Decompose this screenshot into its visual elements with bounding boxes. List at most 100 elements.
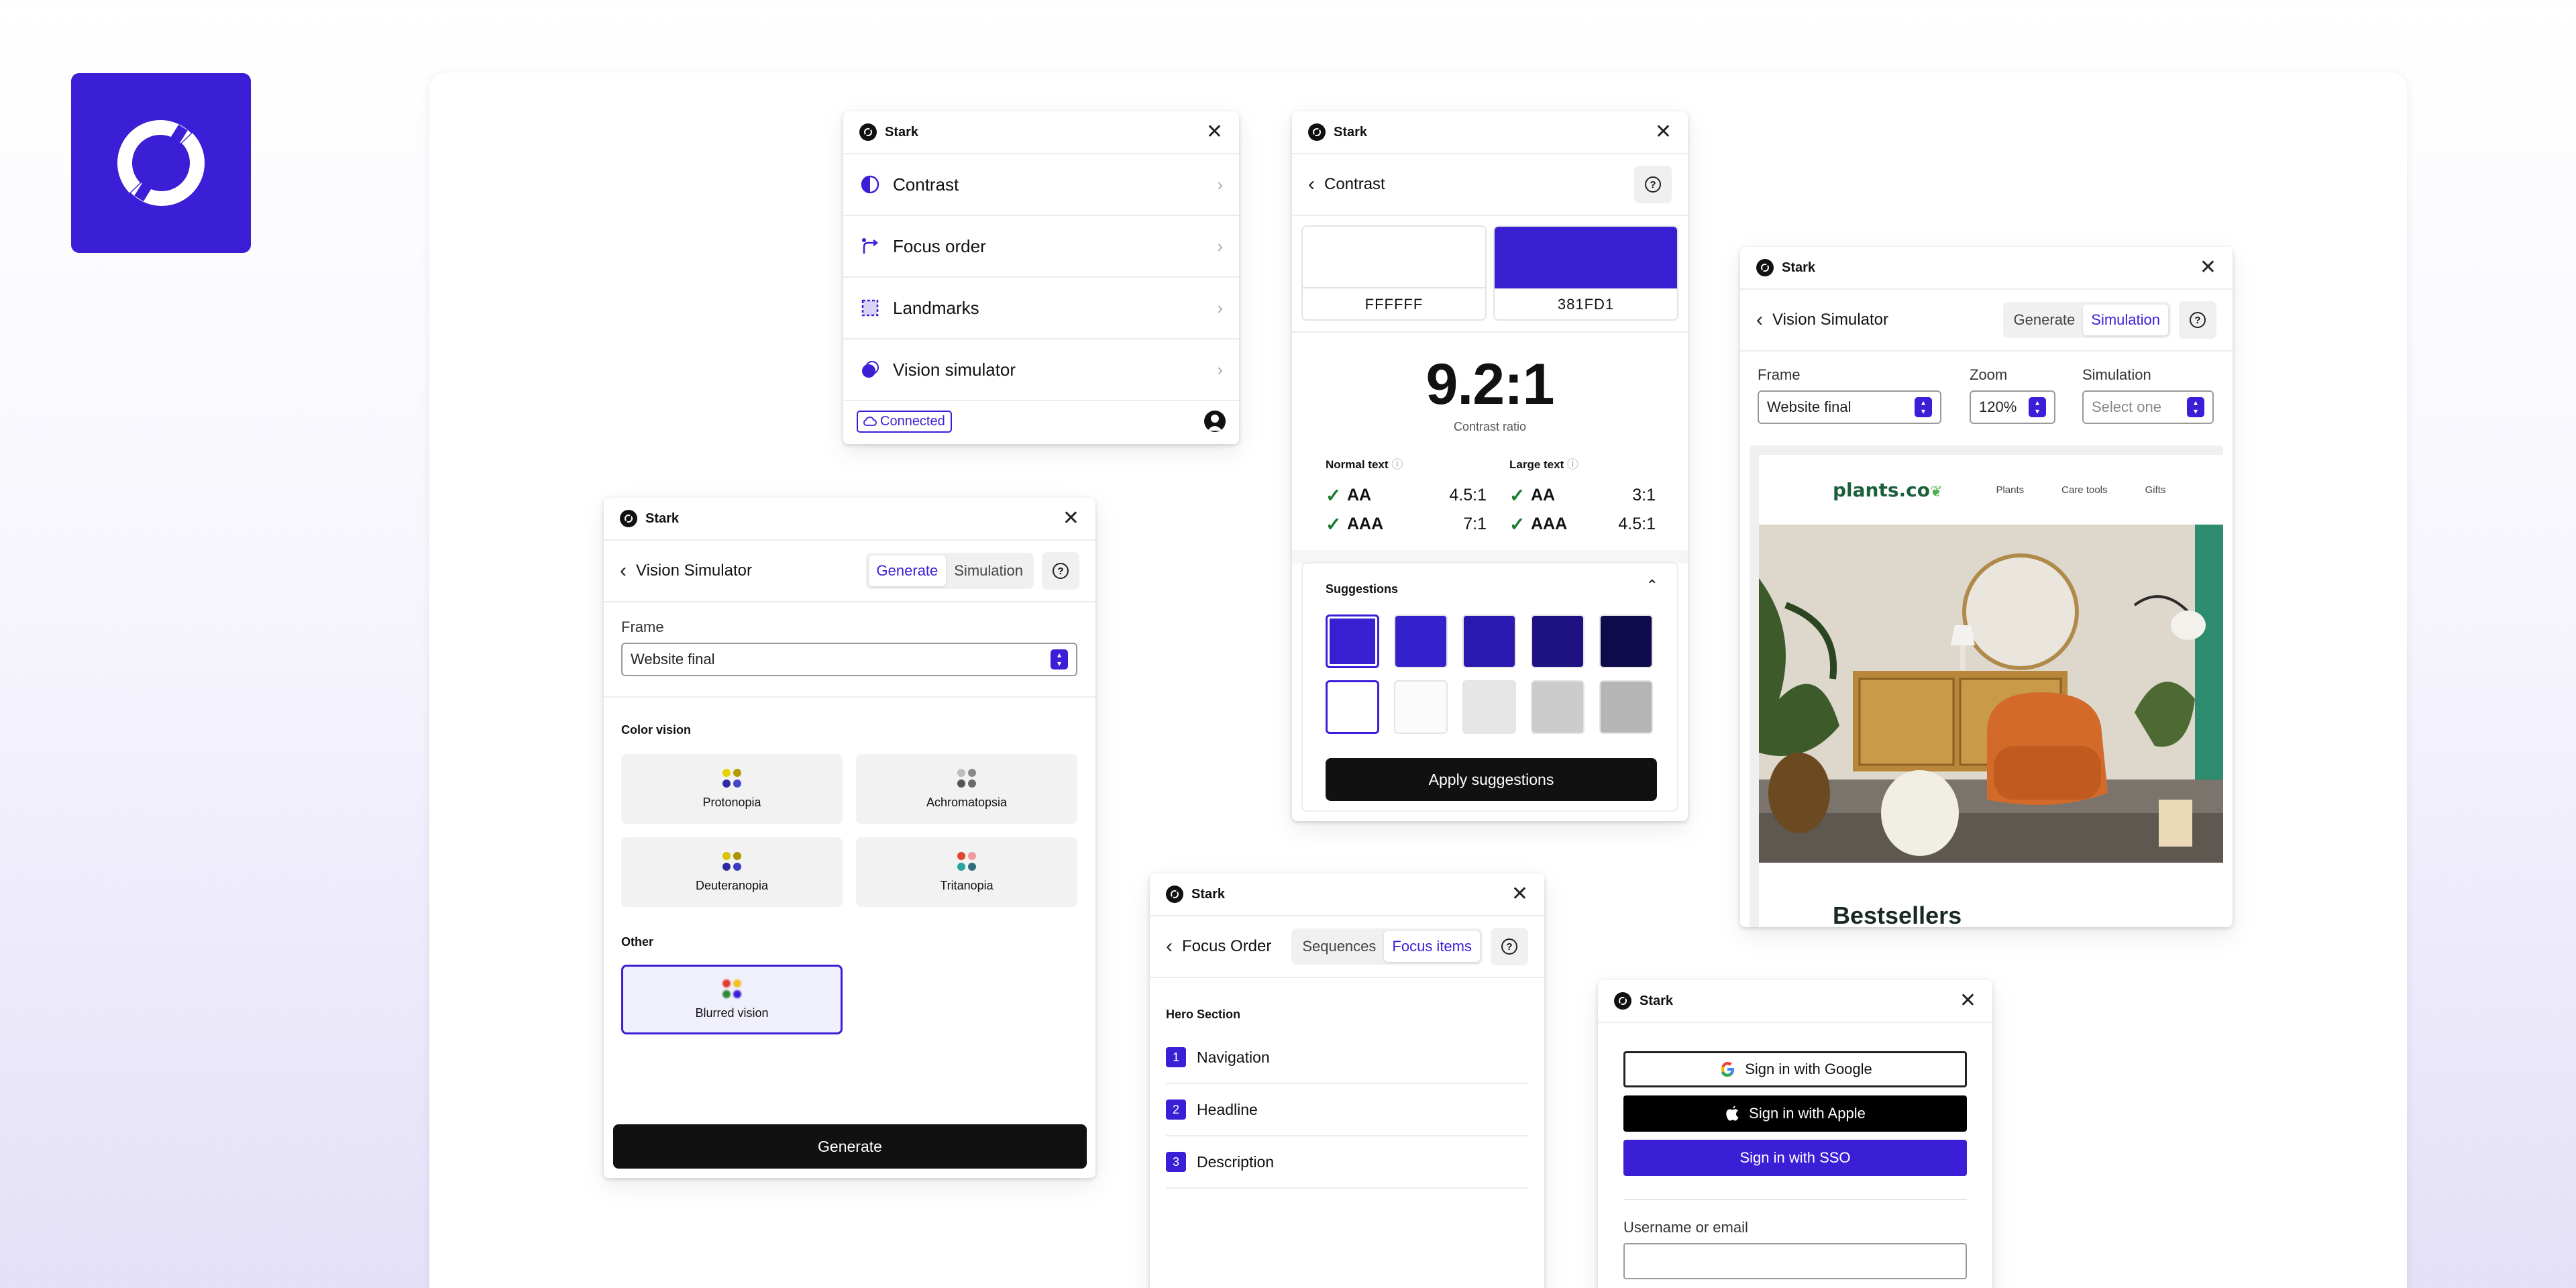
suggestion-swatch[interactable] bbox=[1326, 680, 1379, 734]
stark-logo-icon bbox=[117, 119, 205, 207]
divider bbox=[1623, 1199, 1967, 1200]
dot bbox=[722, 862, 731, 871]
menu-item-vision-simulator[interactable]: Vision simulator › bbox=[843, 339, 1239, 401]
help-button[interactable]: ? bbox=[1491, 928, 1528, 965]
back-chevron-icon[interactable]: ‹ bbox=[1308, 173, 1315, 196]
dot bbox=[722, 851, 731, 860]
close-icon[interactable]: ✕ bbox=[1063, 508, 1079, 529]
focus-item[interactable]: 1 Navigation bbox=[1166, 1032, 1528, 1084]
simulation-select[interactable]: Select one ▴ ▾ bbox=[2082, 390, 2214, 424]
suggestion-swatch[interactable] bbox=[1394, 680, 1448, 734]
close-icon[interactable]: ✕ bbox=[1655, 122, 1672, 142]
divider bbox=[1292, 550, 1688, 564]
panel-titlebar: Stark ✕ bbox=[1740, 247, 2233, 290]
living-room-illustration bbox=[1759, 525, 2223, 863]
large-text-results: Large text ⓘ ✓ AA 3:1 ✓ AAA 4.5:1 bbox=[1509, 455, 1656, 539]
tab-simulation[interactable]: Simulation bbox=[946, 555, 1031, 586]
suggestion-swatch[interactable] bbox=[1394, 614, 1448, 668]
focus-item[interactable]: 3 Description bbox=[1166, 1136, 1528, 1189]
vision-card-tritanopia[interactable]: Tritanopia bbox=[856, 837, 1077, 907]
wcag-row: ✓ AA 3:1 bbox=[1509, 485, 1656, 506]
help-button[interactable]: ? bbox=[1042, 552, 1079, 590]
avatar[interactable] bbox=[1204, 411, 1226, 432]
sign-in-sso-button[interactable]: Sign in with SSO bbox=[1623, 1140, 1967, 1176]
vision-simulator-icon bbox=[859, 359, 881, 380]
generate-button[interactable]: Generate bbox=[613, 1124, 1087, 1169]
chevron-right-icon: › bbox=[1217, 359, 1223, 380]
tab-sequences[interactable]: Sequences bbox=[1294, 931, 1384, 962]
background-hex[interactable]: 381FD1 bbox=[1495, 288, 1677, 319]
background-swatch[interactable]: 381FD1 bbox=[1493, 225, 1678, 321]
tab-focus-items[interactable]: Focus items bbox=[1384, 931, 1480, 962]
sign-in-apple-button[interactable]: Sign in with Apple bbox=[1623, 1095, 1967, 1132]
vision-card-deuteranopia[interactable]: Deuteranopia bbox=[621, 837, 843, 907]
back-chevron-icon[interactable]: ‹ bbox=[620, 559, 627, 582]
dot bbox=[968, 779, 976, 788]
simulation-label: Simulation bbox=[2082, 366, 2151, 383]
suggestion-swatch[interactable] bbox=[1326, 614, 1379, 668]
suggestion-swatch[interactable] bbox=[1462, 614, 1516, 668]
tab-generate[interactable]: Generate bbox=[868, 555, 947, 586]
apply-suggestions-button[interactable]: Apply suggestions bbox=[1326, 758, 1657, 801]
divider bbox=[604, 696, 1095, 698]
menu-item-focus-order[interactable]: Focus order › bbox=[843, 216, 1239, 278]
stark-menu-panel: Stark ✕ Contrast › Focus order › Landmar… bbox=[843, 111, 1239, 444]
sign-in-google-button[interactable]: Sign in with Google bbox=[1623, 1051, 1967, 1087]
menu-item-label: Landmarks bbox=[893, 297, 979, 318]
contrast-ratio-label: Contrast ratio bbox=[1453, 420, 1527, 433]
sign-in-panel: Stark ✕ Sign in with Google Sign in with… bbox=[1598, 980, 1992, 1288]
focus-item-label: Description bbox=[1197, 1152, 1275, 1171]
vision-card-blurred[interactable]: Blurred vision bbox=[621, 965, 843, 1034]
section-label: Hero Section bbox=[1166, 1008, 1241, 1021]
focus-number-badge: 2 bbox=[1166, 1099, 1186, 1120]
zoom-select[interactable]: 120% ▴ ▾ bbox=[1970, 390, 2055, 424]
close-icon[interactable]: ✕ bbox=[1511, 884, 1528, 904]
focus-item[interactable]: 2 Headline bbox=[1166, 1084, 1528, 1136]
wcag-row: ✓ AAA 4.5:1 bbox=[1509, 514, 1656, 535]
frame-select[interactable]: Website final ▴ ▾ bbox=[621, 643, 1077, 676]
stark-mini-logo-icon bbox=[1614, 992, 1631, 1010]
panel-titlebar: Stark ✕ bbox=[1598, 980, 1992, 1023]
wcag-row: ✓ AA 4.5:1 bbox=[1326, 485, 1487, 506]
vision-card-protonopia[interactable]: Protonopia bbox=[621, 754, 843, 824]
connection-badge[interactable]: Connected bbox=[857, 410, 952, 433]
dot bbox=[733, 779, 741, 788]
preview-nav-link: Care tools bbox=[2061, 484, 2108, 496]
back-chevron-icon[interactable]: ‹ bbox=[1166, 935, 1173, 958]
vision-simulator-simulation-panel: Stark ✕ ‹ Vision Simulator Generate Simu… bbox=[1740, 247, 2233, 927]
dot bbox=[957, 862, 965, 871]
page-title: Vision Simulator bbox=[1772, 311, 1888, 329]
close-icon[interactable]: ✕ bbox=[2200, 258, 2216, 278]
suggestion-swatch[interactable] bbox=[1462, 680, 1516, 734]
foreground-swatch[interactable]: FFFFFF bbox=[1301, 225, 1487, 321]
foreground-hex[interactable]: FFFFFF bbox=[1303, 288, 1485, 319]
vision-card-label: Tritanopia bbox=[940, 878, 994, 892]
suggestion-swatch[interactable] bbox=[1531, 614, 1585, 668]
help-button[interactable]: ? bbox=[1634, 166, 1672, 203]
deuteranopia-icon bbox=[722, 851, 741, 871]
help-button[interactable]: ? bbox=[2179, 301, 2216, 339]
protonopia-icon bbox=[722, 768, 741, 788]
menu-item-landmarks[interactable]: Landmarks › bbox=[843, 278, 1239, 339]
website-preview: plants.co❦ Plants Care tools Gifts Bests… bbox=[1759, 455, 2223, 927]
tab-generate[interactable]: Generate bbox=[2006, 305, 2084, 335]
panel-title: Stark bbox=[1782, 260, 1816, 275]
suggestion-swatch[interactable] bbox=[1531, 680, 1585, 734]
username-label: Username or email bbox=[1623, 1219, 1748, 1236]
close-icon[interactable]: ✕ bbox=[1206, 122, 1223, 142]
suggestion-swatch[interactable] bbox=[1599, 614, 1653, 668]
suggestion-swatch[interactable] bbox=[1599, 680, 1653, 734]
chevron-up-icon[interactable]: ⌃ bbox=[1646, 577, 1658, 594]
menu-item-contrast[interactable]: Contrast › bbox=[843, 154, 1239, 216]
dot bbox=[733, 851, 741, 860]
vision-card-achromatopsia[interactable]: Achromatopsia bbox=[856, 754, 1077, 824]
help-icon: ? bbox=[1501, 938, 1517, 955]
username-input[interactable] bbox=[1623, 1243, 1967, 1279]
back-chevron-icon[interactable]: ‹ bbox=[1756, 309, 1763, 331]
stark-mini-logo-icon bbox=[1756, 259, 1774, 276]
close-icon[interactable]: ✕ bbox=[1960, 991, 1976, 1011]
focus-item-label: Navigation bbox=[1197, 1048, 1270, 1066]
frame-select[interactable]: Website final ▴ ▾ bbox=[1758, 390, 1941, 424]
tab-simulation[interactable]: Simulation bbox=[2083, 305, 2168, 335]
wcag-row: ✓ AAA 7:1 bbox=[1326, 514, 1487, 535]
